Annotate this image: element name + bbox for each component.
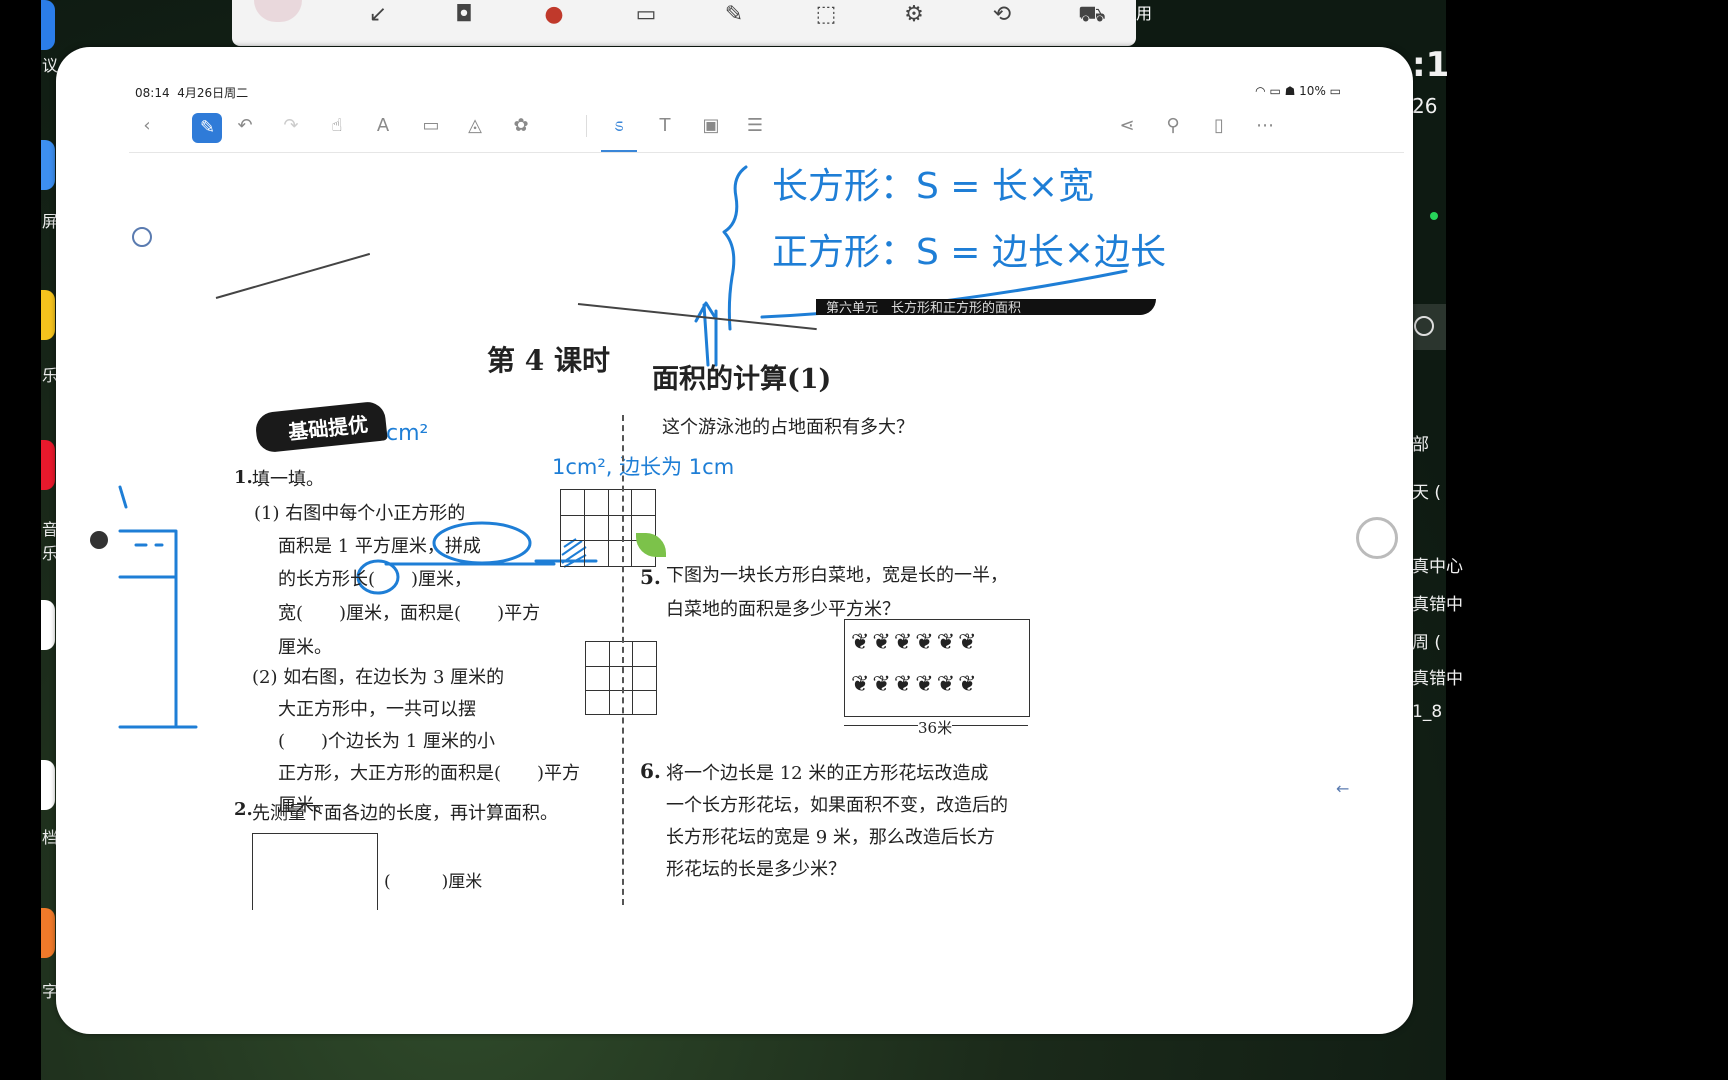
- cabbage-row-2-icons: ❦❦❦❦❦❦: [851, 672, 980, 697]
- online-dot: [1430, 212, 1438, 220]
- screenshot-icon[interactable]: ◘: [446, 2, 482, 28]
- brace-stroke: [722, 165, 748, 331]
- screen-mirror-toolbar: ↙ ◘ ● ▭ ✎ ⬚ ⚙ ⟲ ⛟ 用: [232, 0, 1152, 46]
- q6-line1: 将一个边长是 12 米的正方形花坛改造成: [666, 763, 989, 784]
- grid-figure-1: [560, 489, 656, 567]
- dock-app-docs[interactable]: [41, 760, 55, 810]
- q6-line2: 一个长方形花坛，如果面积不变，改造后的: [666, 795, 1008, 816]
- desktop-clock: :1: [1412, 45, 1450, 85]
- q1-p1-line2: 面积是 1 平方厘米，拼成: [278, 536, 481, 557]
- q2-answer-blank: ( )厘米: [384, 872, 483, 892]
- dock-app-white[interactable]: [41, 600, 55, 650]
- dock-app-music[interactable]: [41, 290, 55, 340]
- q5-line2: 白菜地的面积是多少平方米？: [666, 599, 900, 620]
- column-divider: [622, 415, 624, 905]
- dock-app-netease[interactable]: [41, 440, 55, 490]
- cabbage-field: ❦❦❦❦❦❦ ❦❦❦❦❦❦: [844, 619, 1030, 717]
- q6-number: 6.: [640, 759, 661, 783]
- q1-p2-line4: 正方形，大正方形的面积是( )平方: [278, 763, 581, 784]
- q6-line4: 形花坛的长是多少米？: [666, 859, 846, 880]
- search-box[interactable]: [1408, 304, 1446, 350]
- q2-text: 先测量下面各边的长度，再计算面积。: [252, 803, 558, 824]
- q1-title: 填一填。: [252, 469, 324, 490]
- cart-icon[interactable]: ⛟: [1074, 2, 1110, 28]
- rect-formula: 长方形：S = 长×宽: [772, 166, 1095, 207]
- panel-item-3[interactable]: 真中心: [1412, 552, 1463, 577]
- collapse-icon[interactable]: ↙: [360, 2, 396, 28]
- ipad-screen: 08:14 4月26日周二 ◠ ▭ ☗ 10% ▭ ‹ ✎ ↶ ↷ ☝ A ▭ …: [56, 47, 1413, 1034]
- dimension-label: 36米: [918, 717, 953, 738]
- unit-header-bar: 第六单元 长方形和正方形的面积: [816, 299, 1156, 316]
- q1-p2-line3: ( )个边长为 1 厘米的小: [278, 731, 495, 752]
- q5-line1: 下图为一块长方形白菜地，宽是长的一半，: [666, 565, 1008, 586]
- monitor-icon[interactable]: ▭: [628, 2, 664, 28]
- q1-p1-line1: (1) 右图中每个小正方形的: [254, 503, 466, 524]
- dock-app-orange[interactable]: [41, 908, 55, 958]
- q1-p2-line2: 大正方形中，一共可以摆: [278, 699, 476, 720]
- panel-item-7[interactable]: 1_8: [1412, 702, 1442, 722]
- q1-p2-line1: (2) 如右图，在边长为 3 厘米的: [252, 667, 505, 688]
- lesson-title: 第 4 课时: [487, 344, 610, 377]
- q1-number: 1.: [234, 467, 253, 488]
- grid-figure-2: [585, 641, 657, 715]
- left-diagram-stroke: [118, 529, 198, 729]
- toolbar-right-label: 用: [1136, 4, 1153, 23]
- record-icon[interactable]: ●: [536, 2, 572, 28]
- panel-item-6[interactable]: 真错中: [1412, 664, 1463, 689]
- settings-icon[interactable]: ⚙: [896, 2, 932, 28]
- note-side-length: 1cm², 边长为 1cm: [552, 455, 735, 479]
- cabbage-row-1-icons: ❦❦❦❦❦❦: [851, 630, 980, 655]
- arrow-stroke: [694, 301, 718, 367]
- search-icon: [1414, 316, 1434, 336]
- lesson-subtitle: 面积的计算(1): [652, 364, 832, 395]
- tick-stroke: [118, 485, 128, 509]
- q2-rectangle: [252, 833, 378, 910]
- q6-line3: 长方形花坛的宽是 9 米，那么改造后长方: [666, 827, 995, 848]
- q-pool-text: 这个游泳池的占地面积有多大？: [662, 417, 914, 438]
- crop-icon[interactable]: ⬚: [808, 2, 844, 28]
- badge-text: 基础提优: [287, 412, 370, 445]
- panel-item-4[interactable]: 真错中: [1412, 590, 1463, 615]
- right-side-panel: :1 26 部 天 ( 真中心 真错中 周 ( 真错中 1_8: [1408, 0, 1463, 1080]
- q1-p1-line5: 厘米。: [278, 637, 332, 658]
- panel-item-2[interactable]: 天 (: [1412, 478, 1441, 503]
- panel-item-1[interactable]: 部: [1412, 430, 1429, 455]
- q1-p1-line3: 的长方形长( )厘米，: [278, 569, 473, 590]
- square-formula: 正方形：S = 边长×边长: [772, 232, 1167, 273]
- share-icon[interactable]: ⟲: [984, 2, 1020, 28]
- unit-header: 第六单元 长方形和正方形的面积: [826, 301, 1022, 316]
- panel-item-5[interactable]: 周 (: [1412, 628, 1441, 653]
- dock-app-screen[interactable]: [41, 140, 55, 190]
- desktop-date: 26: [1412, 94, 1438, 118]
- dock-app-meeting[interactable]: [41, 0, 55, 50]
- q5-number: 5.: [640, 565, 661, 589]
- draw-icon[interactable]: ✎: [716, 2, 752, 28]
- q2-number: 2.: [234, 799, 253, 820]
- left-dock: 议 屏 乐 音乐 档 字: [41, 0, 58, 1080]
- q1-p1-line4: 宽( )厘米，面积是( )平方: [278, 603, 541, 624]
- avatar[interactable]: [254, 0, 302, 22]
